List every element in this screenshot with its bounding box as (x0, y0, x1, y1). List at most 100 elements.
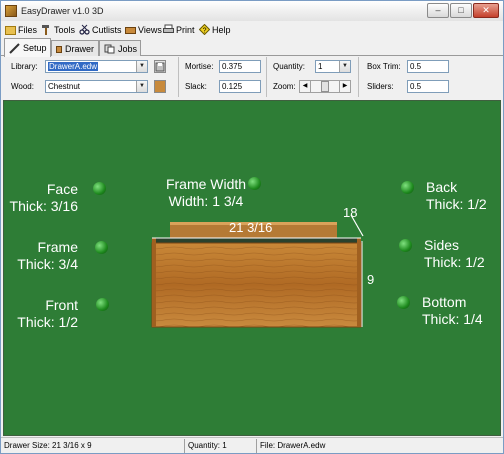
maximize-button[interactable]: □ (450, 3, 472, 18)
frame-width-value: Width: 1 3/4 (168, 193, 244, 209)
tab-setup-label: Setup (23, 43, 47, 53)
frame-label: Frame Thick: 3/4 (17, 239, 78, 273)
save-library-button[interactable] (154, 60, 166, 73)
menu-files[interactable]: Files (5, 23, 37, 36)
pencil-icon (9, 42, 20, 54)
svg-text:?: ? (203, 28, 207, 35)
tab-strip: Setup Drawer Jobs (1, 38, 503, 57)
tab-jobs-label: Jobs (118, 43, 138, 54)
menu-print[interactable]: Print (163, 23, 195, 36)
sides-thickness: Thick: 1/2 (424, 254, 485, 270)
wood-select[interactable]: Chestnut ▼ (45, 80, 148, 93)
chevron-down-icon[interactable]: ▼ (136, 61, 147, 72)
mortise-label: Mortise: (185, 62, 214, 71)
minimize-button[interactable]: – (427, 3, 449, 18)
menu-views[interactable]: Views (125, 23, 162, 36)
front-thickness: Thick: 1/2 (17, 314, 78, 330)
menu-tools[interactable]: Tools (41, 23, 75, 36)
jobs-icon (104, 43, 115, 54)
drawer-icon (56, 46, 62, 53)
quantity-label: Quantity: (273, 62, 306, 71)
status-bar: Drawer Size: 21 3/16 x 9 Quantity: 1 Fil… (1, 437, 503, 453)
mortise-input[interactable]: 0.375 (219, 60, 261, 73)
slack-input[interactable]: 0.125 (219, 80, 261, 93)
face-thickness: Thick: 3/16 (9, 198, 78, 214)
sliders-input[interactable]: 0.5 (407, 80, 449, 93)
face-select-dot[interactable] (93, 182, 106, 195)
chevron-down-icon[interactable]: ▼ (136, 81, 147, 92)
library-value: DrawerA.edw (48, 62, 99, 71)
chevron-down-icon[interactable]: ▼ (339, 61, 350, 72)
bottom-select-dot[interactable] (397, 296, 410, 309)
width-dimension: 21 3/16 (229, 220, 273, 235)
bottom-thickness: Thick: 1/4 (422, 311, 483, 327)
tab-setup[interactable]: Setup (4, 38, 51, 57)
frame-width-select-dot[interactable] (248, 177, 261, 190)
folder-icon (5, 25, 16, 35)
drawer-right-side (357, 238, 361, 327)
menu-tools-label: Tools (54, 24, 76, 35)
menu-views-label: Views (138, 24, 162, 35)
drawer-front-grain (152, 243, 361, 327)
boxtrim-input[interactable]: 0.5 (407, 60, 449, 73)
frame-select-dot[interactable] (95, 241, 108, 254)
help-icon: ? (198, 23, 211, 36)
wood-swatch-button[interactable] (154, 80, 166, 93)
zoom-label: Zoom: (273, 82, 296, 91)
menu-files-label: Files (18, 24, 38, 35)
drawer-canvas[interactable]: Face Thick: 3/16 Frame Thick: 3/4 Front … (3, 100, 501, 436)
printer-icon (163, 24, 174, 35)
front-title: Front (45, 297, 78, 313)
drawer-inner-shadow (152, 238, 362, 243)
menu-cutlists[interactable]: Cutlists (79, 23, 122, 36)
tab-drawer[interactable]: Drawer (51, 40, 99, 56)
window-title: EasyDrawer v1.0 3D (21, 6, 104, 16)
app-window: EasyDrawer v1.0 3D – □ ✕ Files Tools Cut… (0, 0, 504, 454)
frame-title: Frame (37, 239, 78, 255)
sliders-label: Sliders: (367, 82, 394, 91)
sides-label: Sides Thick: 1/2 (424, 237, 485, 271)
library-wood-group: Library: DrawerA.edw ▼ Wood: Chestnut ▼ (3, 57, 179, 97)
status-file: File: DrawerA.edw (260, 441, 326, 450)
back-label: Back Thick: 1/2 (426, 179, 487, 213)
face-title: Face (46, 181, 78, 197)
front-select-dot[interactable] (96, 298, 109, 311)
wood-label: Wood: (11, 82, 34, 91)
frame-thickness: Thick: 3/4 (17, 256, 78, 272)
drawer-front-panel (152, 243, 361, 327)
back-thickness: Thick: 1/2 (426, 196, 487, 212)
close-button[interactable]: ✕ (473, 3, 499, 18)
back-title: Back (426, 179, 458, 195)
mortise-slack-group: Mortise: 0.375 Slack: 0.125 (179, 57, 267, 97)
drawer-icon (125, 27, 136, 34)
zoom-thumb[interactable] (321, 81, 329, 92)
menu-print-label: Print (176, 24, 195, 35)
menu-help-label: Help (212, 24, 231, 35)
quantity-select[interactable]: 1 ▼ (315, 60, 351, 73)
tab-jobs[interactable]: Jobs (99, 40, 141, 56)
face-label: Face Thick: 3/16 (10, 181, 78, 215)
drawer-front-outline (151, 242, 362, 328)
zoom-scrollbar[interactable]: ◀ ▶ (299, 80, 351, 93)
menu-help[interactable]: ? Help (198, 23, 231, 36)
wood-value: Chestnut (48, 82, 81, 91)
zoom-right-arrow-icon[interactable]: ▶ (339, 81, 350, 92)
scissors-icon (79, 24, 90, 35)
menu-cutlists-label: Cutlists (92, 24, 122, 35)
zoom-left-arrow-icon[interactable]: ◀ (300, 81, 311, 92)
sides-select-dot[interactable] (399, 239, 412, 252)
height-dimension: 9 (367, 272, 375, 287)
boxtrim-label: Box Trim: (367, 62, 401, 71)
status-drawer-size: Drawer Size: 21 3/16 x 9 (1, 439, 185, 453)
tab-drawer-label: Drawer (64, 43, 94, 54)
library-label: Library: (11, 62, 38, 71)
menu-bar: Files Tools Cutlists Views Print ? Help (1, 21, 503, 38)
front-label: Front Thick: 1/2 (17, 297, 78, 331)
status-quantity: Quantity: 1 (185, 439, 257, 453)
depth-dimension: 18 (343, 205, 358, 220)
trim-sliders-group: Box Trim: 0.5 Sliders: 0.5 (359, 57, 501, 97)
bottom-title: Bottom (422, 294, 467, 310)
back-select-dot[interactable] (401, 181, 414, 194)
library-select[interactable]: DrawerA.edw ▼ (45, 60, 148, 73)
setup-panel: Library: DrawerA.edw ▼ Wood: Chestnut ▼ … (3, 57, 501, 97)
